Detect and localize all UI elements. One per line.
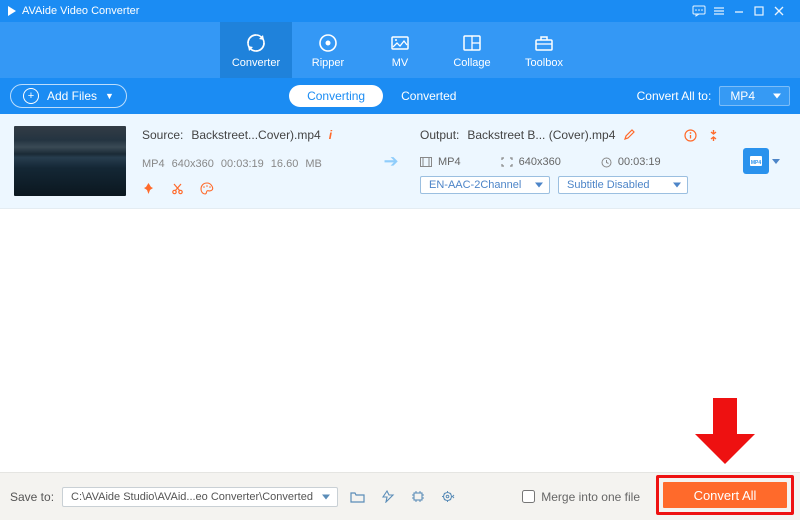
add-files-button[interactable]: + Add Files ▼	[10, 84, 127, 108]
format-badge-dropdown[interactable]: MP4	[736, 148, 786, 174]
source-meta: MP4 640x360 00:03:19 16.60 MB	[142, 158, 362, 170]
app-title: AVAide Video Converter	[22, 5, 139, 17]
output-label: Output:	[420, 128, 459, 142]
title-bar: AVAide Video Converter	[0, 0, 800, 22]
close-icon[interactable]	[772, 4, 792, 18]
save-path-select[interactable]: C:\AVAide Studio\AVAid...eo Converter\Co…	[62, 487, 338, 507]
maximize-icon[interactable]	[752, 4, 772, 18]
file-item: Source: Backstreet...Cover).mp4 i MP4 64…	[0, 114, 800, 209]
toolbox-icon	[533, 32, 555, 54]
tab-converter[interactable]: Converter	[220, 22, 292, 78]
output-filename: Backstreet B... (Cover).mp4	[467, 128, 615, 142]
mv-icon	[389, 32, 411, 54]
output-resolution: 640x360	[501, 156, 561, 168]
merge-checkbox[interactable]	[522, 490, 535, 503]
tab-collage[interactable]: Collage	[436, 22, 508, 78]
video-thumbnail[interactable]	[14, 126, 126, 196]
audio-track-select[interactable]: EN-AAC-2Channel	[420, 176, 550, 194]
save-to-label: Save to:	[10, 490, 54, 504]
tab-converter-label: Converter	[232, 57, 280, 69]
highlight-arrow-icon	[695, 398, 755, 468]
output-duration: 00:03:19	[601, 156, 661, 168]
tab-toolbox[interactable]: Toolbox	[508, 22, 580, 78]
app-logo-icon	[8, 6, 16, 16]
tab-collage-label: Collage	[453, 57, 490, 69]
menu-icon[interactable]	[712, 4, 732, 18]
speed-icon[interactable]	[377, 490, 399, 503]
tool-row: + Add Files ▼ Converting Converted Conve…	[0, 78, 800, 114]
edit-icon[interactable]	[623, 129, 635, 141]
film-icon	[420, 157, 432, 167]
convert-all-to-label: Convert All to:	[637, 89, 712, 103]
merge-label: Merge into one file	[541, 490, 640, 504]
tab-toolbox-label: Toolbox	[525, 57, 563, 69]
open-folder-icon[interactable]	[346, 490, 369, 503]
plus-circle-icon: +	[23, 88, 39, 104]
minimize-icon[interactable]	[732, 4, 752, 18]
tab-ripper[interactable]: Ripper	[292, 22, 364, 78]
settings-icon[interactable]	[437, 490, 460, 503]
feedback-icon[interactable]	[692, 4, 712, 18]
source-label: Source:	[142, 128, 183, 142]
subtab-converting[interactable]: Converting	[289, 85, 383, 107]
add-files-label: Add Files	[47, 89, 97, 103]
collage-icon	[461, 32, 483, 54]
svg-text:MP4: MP4	[750, 160, 761, 166]
highlight-box: Convert All	[656, 475, 794, 515]
tab-ripper-label: Ripper	[312, 57, 344, 69]
info-icon[interactable]: i	[329, 128, 332, 142]
source-filename: Backstreet...Cover).mp4	[191, 128, 320, 142]
tab-mv-label: MV	[392, 57, 409, 69]
ripper-icon	[317, 32, 339, 54]
compress-icon[interactable]	[707, 129, 720, 142]
output-format: MP4	[420, 156, 461, 168]
converter-icon	[245, 32, 267, 54]
arrow-right-icon: ➔	[378, 151, 404, 172]
output-column: Output: Backstreet B... (Cover).mp4 MP4	[420, 126, 720, 194]
format-badge-icon: MP4	[743, 148, 769, 174]
convert-all-to-select[interactable]: MP4	[719, 86, 790, 106]
subtab-converted[interactable]: Converted	[383, 85, 474, 107]
cut-icon[interactable]	[171, 182, 184, 195]
subtitle-select[interactable]: Subtitle Disabled	[558, 176, 688, 194]
tab-mv[interactable]: MV	[364, 22, 436, 78]
hardware-icon[interactable]	[407, 490, 429, 503]
pin-icon[interactable]	[142, 182, 155, 195]
clock-icon	[601, 157, 612, 168]
main-tabs: Converter Ripper MV Collage Toolbox	[0, 22, 800, 78]
source-column: Source: Backstreet...Cover).mp4 i MP4 64…	[142, 126, 362, 195]
chevron-down-icon: ▼	[105, 91, 114, 101]
info-output-icon[interactable]	[684, 129, 697, 142]
palette-icon[interactable]	[200, 182, 214, 195]
convert-all-button[interactable]: Convert All	[663, 482, 787, 508]
expand-icon	[501, 157, 513, 167]
